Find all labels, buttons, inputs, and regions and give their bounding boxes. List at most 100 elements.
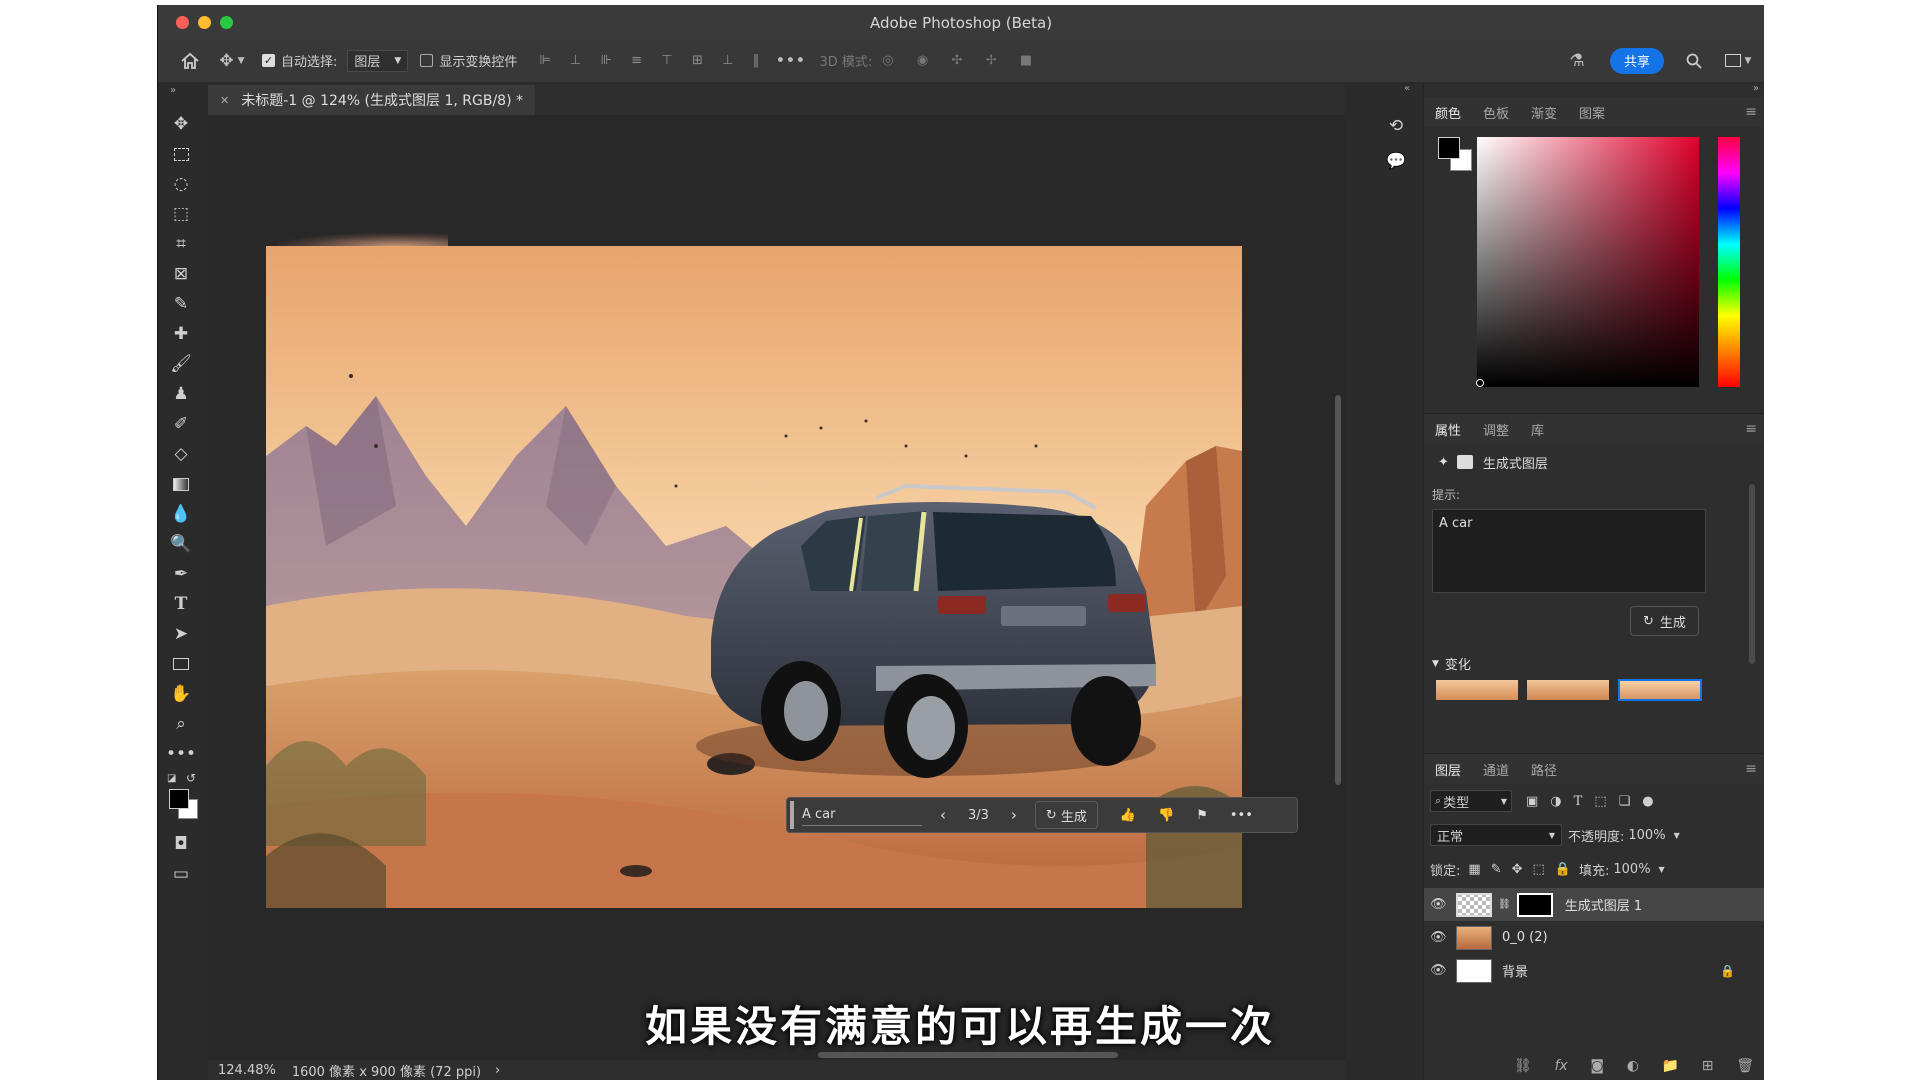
prompt-textarea[interactable]: A car [1432, 509, 1706, 593]
properties-scrollbar[interactable] [1749, 484, 1755, 664]
distribute-vertical-icon[interactable]: ‖ [753, 53, 760, 68]
prompt-input[interactable]: A car [802, 804, 922, 826]
lock-artboard-icon[interactable]: ⬚ [1533, 862, 1545, 877]
lock-all-icon[interactable]: 🔒 [1555, 862, 1571, 877]
history-brush-tool-icon[interactable]: ✐ [164, 409, 198, 439]
chevron-down-icon[interactable]: ▼ [1659, 865, 1665, 874]
tab-color[interactable]: 颜色 [1424, 103, 1472, 122]
document-tab[interactable]: ✕ 未标题-1 @ 124% (生成式图层 1, RGB/8) * [208, 85, 535, 115]
frame-tool-icon[interactable]: ⊠ [164, 259, 198, 289]
workspace-button[interactable]: ▼ [1720, 47, 1756, 75]
3d-drag-icon[interactable]: ✣ [952, 53, 963, 68]
tab-paths[interactable]: 路径 [1520, 760, 1568, 779]
crop-tool-icon[interactable]: ⌗ [164, 229, 198, 259]
adjustment-layer-icon[interactable]: ◐ [1627, 1058, 1639, 1074]
align-left-icon[interactable]: ⊫ [539, 53, 550, 68]
delete-layer-icon[interactable]: 🗑 [1736, 1058, 1754, 1074]
chevron-down-icon[interactable]: ▼ [1674, 831, 1680, 840]
color-picker-handle[interactable] [1476, 379, 1484, 387]
share-button[interactable]: 共享 [1609, 47, 1664, 75]
thumbs-up-button[interactable]: 👍 [1120, 808, 1136, 823]
hand-tool-icon[interactable]: ✋ [164, 679, 198, 709]
lock-image-icon[interactable]: ✎ [1491, 862, 1502, 877]
filter-smart-object-icon[interactable]: ❏ [1619, 794, 1631, 809]
tab-swatches[interactable]: 色板 [1472, 103, 1520, 122]
visibility-eye-icon[interactable]: 👁 [1430, 930, 1450, 945]
align-middle-icon[interactable]: ⊞ [692, 53, 703, 68]
add-mask-icon[interactable]: ◙ [1590, 1058, 1604, 1074]
search-button[interactable] [1682, 47, 1706, 75]
tab-gradients[interactable]: 渐变 [1520, 103, 1568, 122]
marquee-tool-icon[interactable] [164, 139, 198, 169]
align-bottom-icon[interactable]: ⊥ [722, 53, 733, 68]
filter-toggle-icon[interactable]: ● [1642, 794, 1653, 809]
rectangle-tool-icon[interactable] [164, 649, 198, 679]
filter-shape-icon[interactable]: ⬚ [1594, 794, 1606, 809]
tab-channels[interactable]: 通道 [1472, 760, 1520, 779]
path-selection-tool-icon[interactable]: ➤ [164, 619, 198, 649]
opacity-input[interactable]: 100% [1628, 828, 1665, 843]
color-picker-field[interactable] [1477, 137, 1699, 387]
home-button[interactable] [168, 47, 212, 75]
move-tool-icon[interactable]: ✥ [164, 109, 198, 139]
more-options-icon[interactable]: ••• [775, 47, 805, 75]
panel-menu-icon[interactable]: ≡ [1745, 104, 1757, 120]
tab-layers[interactable]: 图层 [1424, 760, 1472, 779]
show-transform-checkbox[interactable] [420, 47, 434, 75]
history-panel-icon[interactable]: ⟲ [1378, 109, 1414, 143]
color-panel-foreground-swatch[interactable] [1438, 137, 1460, 159]
beta-flask-icon[interactable]: ⚗ [1562, 47, 1592, 75]
more-button[interactable]: ••• [1230, 808, 1253, 823]
next-variation-button[interactable]: › [1011, 806, 1017, 824]
previous-variation-button[interactable]: ‹ [940, 806, 946, 824]
3d-scale-icon[interactable]: ■ [1020, 53, 1032, 68]
gradient-tool-icon[interactable] [164, 469, 198, 499]
variation-thumbnail-3-selected[interactable] [1618, 679, 1702, 701]
layer-row[interactable]: 👁 0_0 (2) [1424, 921, 1764, 954]
align-right-icon[interactable]: ⊪ [601, 53, 612, 68]
variation-thumbnail-2[interactable] [1527, 680, 1609, 700]
lasso-tool-icon[interactable]: ◌ [164, 169, 198, 199]
visibility-eye-icon[interactable]: 👁 [1430, 897, 1450, 912]
layer-row[interactable]: 👁 ⛓ 生成式图层 1 [1424, 888, 1764, 921]
3d-slide-icon[interactable]: ✢ [986, 53, 997, 68]
filter-adjustment-icon[interactable]: ◑ [1550, 794, 1561, 809]
pen-tool-icon[interactable]: ✒ [164, 559, 198, 589]
blend-mode-dropdown[interactable]: 正常 ▼ [1430, 824, 1562, 846]
collapse-toolbar-icon[interactable]: » [170, 85, 176, 96]
link-layers-icon[interactable]: ⛓ [1514, 1058, 1532, 1074]
variation-thumbnail-1[interactable] [1436, 680, 1518, 700]
screen-mode-icon[interactable]: ▭ [164, 859, 198, 889]
auto-select-dropdown[interactable]: 图层 ▼ [347, 49, 409, 72]
eraser-tool-icon[interactable]: ◇ [164, 439, 198, 469]
layer-mask-thumbnail[interactable] [1516, 892, 1553, 917]
object-selection-tool-icon[interactable]: ⬚ [164, 199, 198, 229]
close-tab-icon[interactable]: ✕ [220, 94, 229, 107]
tab-properties[interactable]: 属性 [1424, 420, 1472, 439]
fill-input[interactable]: 100% [1613, 862, 1650, 877]
foreground-color-swatch[interactable] [169, 789, 189, 809]
healing-brush-tool-icon[interactable]: ✚ [164, 319, 198, 349]
filter-type-icon[interactable]: T [1574, 794, 1583, 809]
lock-position-icon[interactable]: ✥ [1512, 862, 1523, 877]
edit-toolbar-icon[interactable]: ••• [164, 739, 198, 769]
clone-stamp-tool-icon[interactable]: ♟ [164, 379, 198, 409]
layer-row[interactable]: 👁 背景 🔒 [1424, 954, 1764, 987]
distribute-icon[interactable]: ≡ [631, 53, 642, 68]
fx-icon[interactable]: fx [1554, 1058, 1567, 1074]
chevron-right-icon[interactable]: › [495, 1063, 500, 1078]
default-colors-icon[interactable]: ◪ [167, 773, 176, 784]
blur-tool-icon[interactable]: 💧 [164, 499, 198, 529]
drag-handle[interactable] [790, 801, 794, 829]
filter-pixel-icon[interactable]: ▣ [1526, 794, 1538, 809]
new-group-icon[interactable]: 📁 [1662, 1058, 1679, 1074]
3d-roll-icon[interactable]: ◉ [917, 53, 928, 68]
move-tool-preset[interactable]: ✥ ▼ [212, 47, 252, 75]
zoom-tool-icon[interactable]: ⌕ [164, 709, 198, 739]
vertical-scrollbar[interactable] [1335, 395, 1341, 785]
thumbs-down-button[interactable]: 👎 [1158, 808, 1174, 823]
auto-select-checkbox[interactable]: ✓ [262, 47, 275, 75]
report-button[interactable]: ⚑ [1196, 808, 1208, 823]
panel-menu-icon[interactable]: ≡ [1745, 421, 1757, 437]
canvas-area[interactable]: A car ‹ 3/3 › ↻ 生成 👍 👎 ⚑ ••• [208, 115, 1345, 1060]
